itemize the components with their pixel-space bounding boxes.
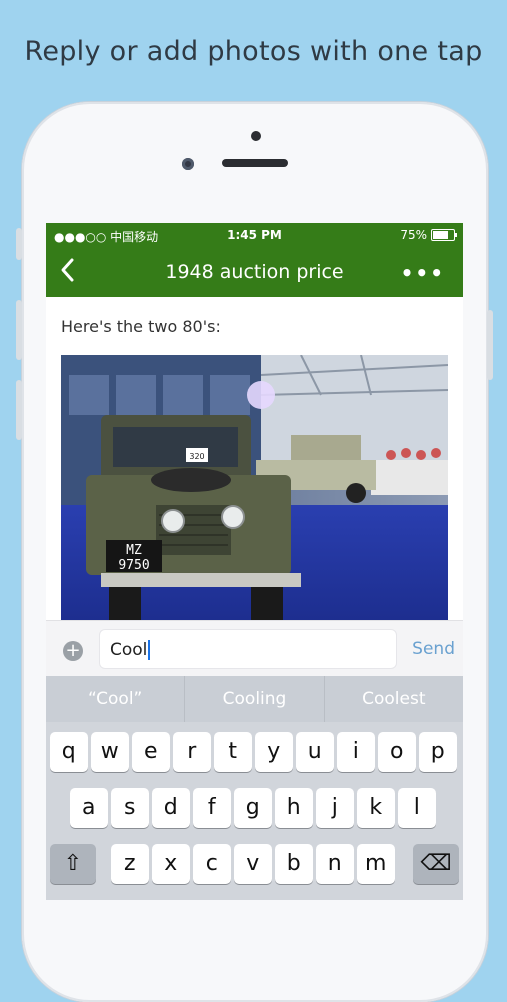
key-b[interactable]: b [275, 844, 313, 884]
reply-composer: + Cool Send [46, 620, 463, 677]
suggestion-3[interactable]: Coolest [325, 676, 463, 722]
volume-down-button [16, 380, 22, 440]
key-p[interactable]: p [419, 732, 457, 772]
key-l[interactable]: l [398, 788, 436, 828]
key-i[interactable]: i [337, 732, 375, 772]
key-z[interactable]: z [111, 844, 149, 884]
text-caret [148, 640, 151, 660]
app-screen: ●●●○○ 中国移动 1:45 PM 75% 1948 auction pric… [46, 223, 463, 900]
key-o[interactable]: o [378, 732, 416, 772]
key-m[interactable]: m [357, 844, 395, 884]
reply-input[interactable]: Cool [99, 629, 397, 669]
key-k[interactable]: k [357, 788, 395, 828]
volume-up-button [16, 300, 22, 360]
suggestion-2[interactable]: Cooling [185, 676, 325, 722]
key-c[interactable]: c [193, 844, 231, 884]
battery-indicator: 75% [400, 228, 457, 242]
key-q[interactable]: q [50, 732, 88, 772]
front-camera [182, 158, 194, 170]
backspace-key[interactable]: ⌫ [413, 844, 459, 884]
key-f[interactable]: f [193, 788, 231, 828]
key-y[interactable]: y [255, 732, 293, 772]
suggestion-bar: “Cool” Cooling Coolest [46, 676, 463, 722]
power-button [487, 310, 493, 380]
keyboard: “Cool” Cooling Coolest qwertyuiop asdfgh… [46, 676, 463, 900]
more-options-icon[interactable]: ••• [401, 261, 445, 285]
key-w[interactable]: w [91, 732, 129, 772]
key-n[interactable]: n [316, 844, 354, 884]
key-h[interactable]: h [275, 788, 313, 828]
mute-switch [16, 228, 22, 260]
plate-line1: MZ [126, 543, 142, 558]
key-v[interactable]: v [234, 844, 272, 884]
key-j[interactable]: j [316, 788, 354, 828]
earpiece-speaker [222, 159, 288, 167]
send-button[interactable]: Send [412, 639, 455, 659]
status-bar: ●●●○○ 中国移动 1:45 PM 75% [46, 223, 463, 247]
message-photo[interactable]: MZ 9750 320 [61, 355, 448, 620]
key-x[interactable]: x [152, 844, 190, 884]
key-s[interactable]: s [111, 788, 149, 828]
plate-line2: 9750 [118, 558, 149, 573]
add-photo-icon[interactable]: + [63, 641, 83, 661]
key-t[interactable]: t [214, 732, 252, 772]
reply-input-value: Cool [110, 640, 148, 660]
key-a[interactable]: a [70, 788, 108, 828]
suggestion-1[interactable]: “Cool” [46, 676, 186, 722]
key-e[interactable]: e [132, 732, 170, 772]
key-g[interactable]: g [234, 788, 272, 828]
nav-bar: 1948 auction price ••• [46, 247, 463, 297]
message-text: Here's the two 80's: [61, 317, 221, 336]
battery-icon [431, 229, 457, 241]
key-d[interactable]: d [152, 788, 190, 828]
promo-headline: Reply or add photos with one tap [24, 36, 483, 67]
shift-key[interactable]: ⇧ [50, 844, 96, 884]
proximity-sensor [251, 131, 261, 141]
lot-number: 320 [189, 452, 204, 461]
key-r[interactable]: r [173, 732, 211, 772]
key-u[interactable]: u [296, 732, 334, 772]
battery-percent: 75% [400, 228, 427, 242]
